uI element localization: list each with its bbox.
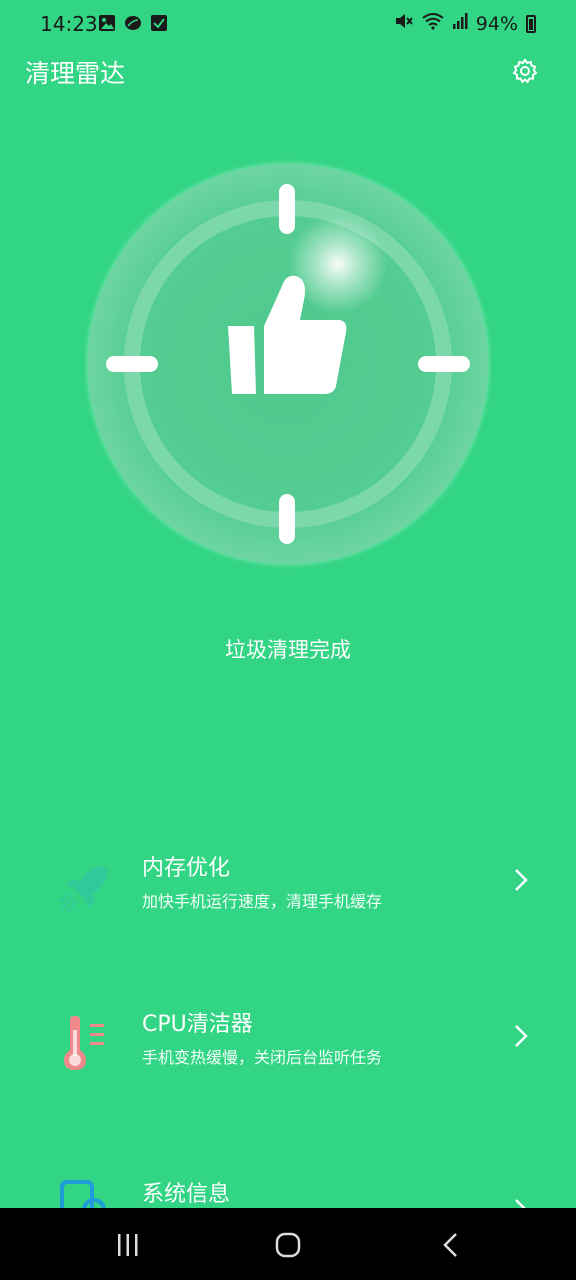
thumbs-up-icon [224,270,350,400]
radar-tick-left [106,356,158,372]
signal-icon [452,12,468,35]
system-nav-bar [0,1208,576,1280]
mute-icon [394,12,414,35]
gear-icon[interactable] [512,58,538,84]
back-icon[interactable] [436,1230,466,1260]
battery-icon [526,14,536,33]
status-right: 94% [394,12,536,35]
feature-cpu-cleaner[interactable]: CPU清洁器 手机变热缓慢，关闭后台监听任务 [0,1006,576,1106]
feature-title: 内存优化 [142,856,231,881]
check-box-icon [150,14,168,32]
radar-tick-top [279,184,295,234]
thermometer-icon [58,1016,114,1072]
status-time: 14:23 [40,12,98,36]
feature-desc: 加快手机运行速度，清理手机缓存 [142,892,383,911]
app-title: 清理雷达 [25,59,126,88]
radar-dial [88,164,488,564]
radar-tick-right [418,356,470,372]
gallery-icon [98,14,116,32]
home-icon[interactable] [273,1230,303,1260]
leaf-icon [124,14,142,32]
rocket-icon [58,860,114,916]
chevron-right-icon[interactable] [510,860,532,900]
feature-title: CPU清洁器 [142,1012,253,1037]
feature-memory-optimize[interactable]: 内存优化 加快手机运行速度，清理手机缓存 [0,850,576,950]
recent-apps-icon[interactable] [113,1230,143,1260]
status-left-icons [98,14,168,32]
wifi-icon [422,12,444,35]
status-bar: 14:23 94% [0,0,576,48]
clean-status-text: 垃圾清理完成 [225,638,351,662]
radar-tick-bottom [279,494,295,544]
chevron-right-icon[interactable] [510,1016,532,1056]
feature-desc: 手机变热缓慢，关闭后台监听任务 [142,1048,383,1067]
feature-title: 系统信息 [142,1182,231,1207]
battery-percent: 94% [475,12,518,35]
